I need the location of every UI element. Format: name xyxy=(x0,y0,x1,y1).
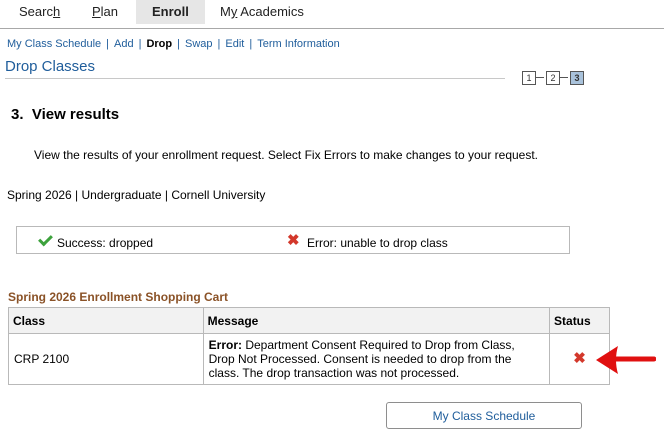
subnav-separator: | xyxy=(249,38,253,50)
tab-my-academics-label-start: M xyxy=(220,4,231,19)
step-connector xyxy=(560,77,568,78)
step-3-current: 3 xyxy=(570,71,584,85)
tab-plan-accesskey: P xyxy=(92,4,101,19)
tab-bar-divider xyxy=(0,28,664,29)
tab-enroll[interactable]: Enroll xyxy=(136,0,205,24)
step-1: 1 xyxy=(522,71,536,85)
tab-search-accesskey: h xyxy=(52,4,61,19)
subnav-my-class-schedule[interactable]: My Class Schedule xyxy=(7,38,101,50)
results-legend: Success: dropped ✖ Error: unable to drop… xyxy=(16,226,570,254)
table-row: CRP 2100 Error: Department Consent Requi… xyxy=(8,333,610,385)
term-info: Spring 2026 | Undergraduate | Cornell Un… xyxy=(7,188,266,202)
subnav-separator: | xyxy=(106,38,110,50)
status-error-x-icon: ✖ xyxy=(573,350,586,367)
step-connector xyxy=(536,77,544,78)
step-2: 2 xyxy=(546,71,560,85)
subnav-term-information[interactable]: Term Information xyxy=(257,38,340,50)
tab-plan-label: lan xyxy=(100,4,119,19)
page-title: Drop Classes xyxy=(5,58,96,75)
tab-my-academics[interactable]: My Academics xyxy=(220,4,304,19)
step-heading: 3. View results xyxy=(11,106,120,123)
tab-plan[interactable]: Plan xyxy=(92,4,118,19)
enrollment-cart-table: Class Message Status CRP 2100 Error: Dep… xyxy=(8,307,610,385)
subnav-add[interactable]: Add xyxy=(114,38,134,50)
cell-class: CRP 2100 xyxy=(8,333,204,385)
column-header-status: Status xyxy=(549,307,610,334)
column-header-message: Message xyxy=(202,307,551,334)
subnav-separator: | xyxy=(138,38,142,50)
subnav-separator: | xyxy=(177,38,180,50)
tab-search[interactable]: Search xyxy=(19,4,60,19)
tab-my-academics-label-end: Academics xyxy=(237,4,304,19)
table-header-row: Class Message Status xyxy=(8,307,610,334)
subnav-separator: | xyxy=(217,38,221,50)
cart-title: Spring 2026 Enrollment Shopping Cart xyxy=(8,290,229,304)
success-check-icon xyxy=(38,231,53,247)
subnav-swap[interactable]: Swap xyxy=(185,38,213,50)
red-arrow-icon xyxy=(596,346,656,374)
legend-success-label: Success: dropped xyxy=(57,236,154,250)
column-header-class: Class xyxy=(8,307,204,334)
error-x-icon: ✖ xyxy=(287,232,300,249)
top-tab-bar: Search Plan Enroll My Academics xyxy=(0,0,664,28)
step-indicator: 1 2 3 xyxy=(522,71,588,85)
tab-search-label: Searc xyxy=(19,4,53,19)
tab-enroll-label: Enroll xyxy=(152,4,189,19)
my-class-schedule-button[interactable]: My Class Schedule xyxy=(386,402,582,429)
subnav-edit[interactable]: Edit xyxy=(225,38,244,50)
enroll-subnav: My Class Schedule | Add | Drop | Swap | Edit | Ter… xyxy=(7,38,340,50)
cell-message: Error: Department Consent Required to Dr… xyxy=(202,333,551,385)
subnav-drop-current: Drop xyxy=(146,38,173,50)
instructions-text: View the results of your enrollment requ… xyxy=(34,148,539,162)
message-text: Department Consent Required to Drop from… xyxy=(208,338,515,380)
message-error-prefix: Error: xyxy=(208,338,242,352)
legend-error-label: Error: unable to drop class xyxy=(307,236,448,250)
page-title-divider xyxy=(5,78,505,79)
